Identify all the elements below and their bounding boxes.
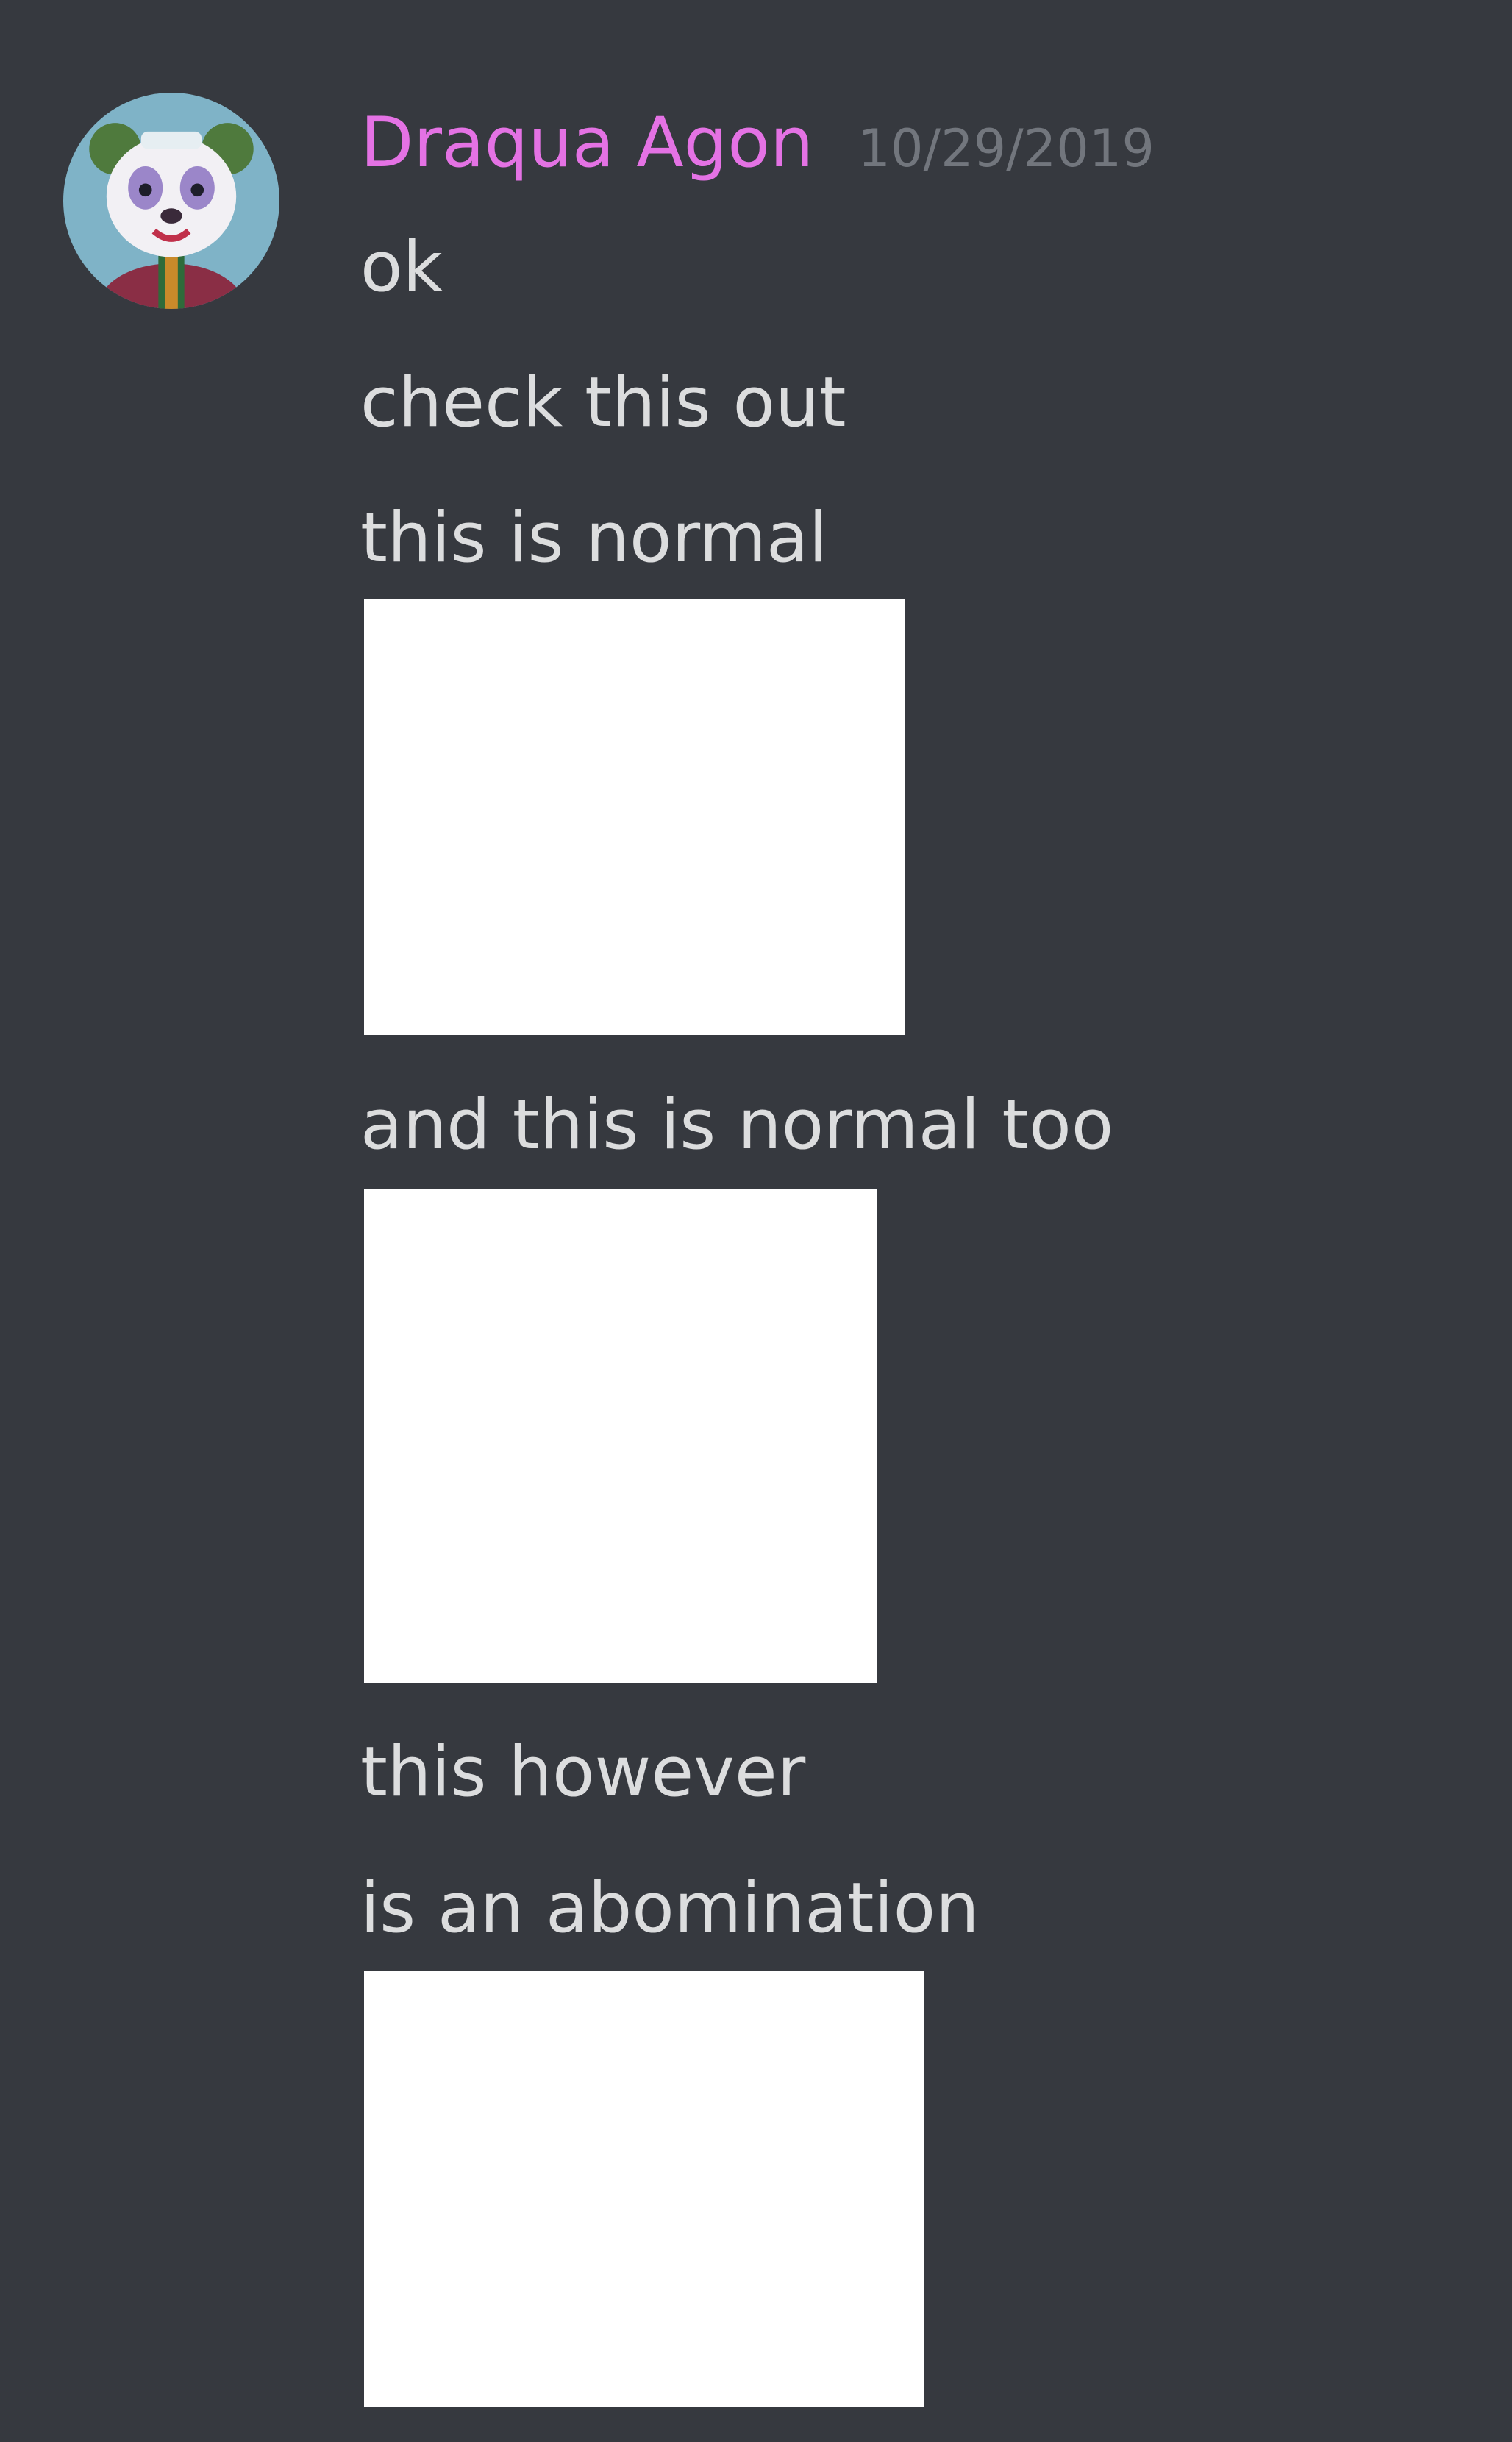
message-header: Draqua Agon 10/29/2019 (360, 103, 1155, 199)
message-text: ok (360, 227, 443, 307)
message-text: and this is normal too (360, 1085, 1114, 1165)
user-avatar[interactable] (63, 93, 279, 309)
message-text: this however (360, 1732, 806, 1812)
message-text: this is normal (360, 498, 828, 578)
chat-message-group: Draqua Agon 10/29/2019 ok check this out… (0, 0, 1512, 2442)
image-attachment[interactable] (364, 1971, 924, 2407)
image-attachment[interactable] (364, 599, 905, 1035)
timestamp: 10/29/2019 (857, 118, 1155, 179)
panda-avatar-icon (63, 93, 279, 309)
username[interactable]: Draqua Agon (360, 103, 813, 183)
message-text: is an abomination (360, 1868, 980, 1948)
message-text: check this out (360, 363, 846, 443)
image-attachment[interactable] (364, 1189, 877, 1683)
